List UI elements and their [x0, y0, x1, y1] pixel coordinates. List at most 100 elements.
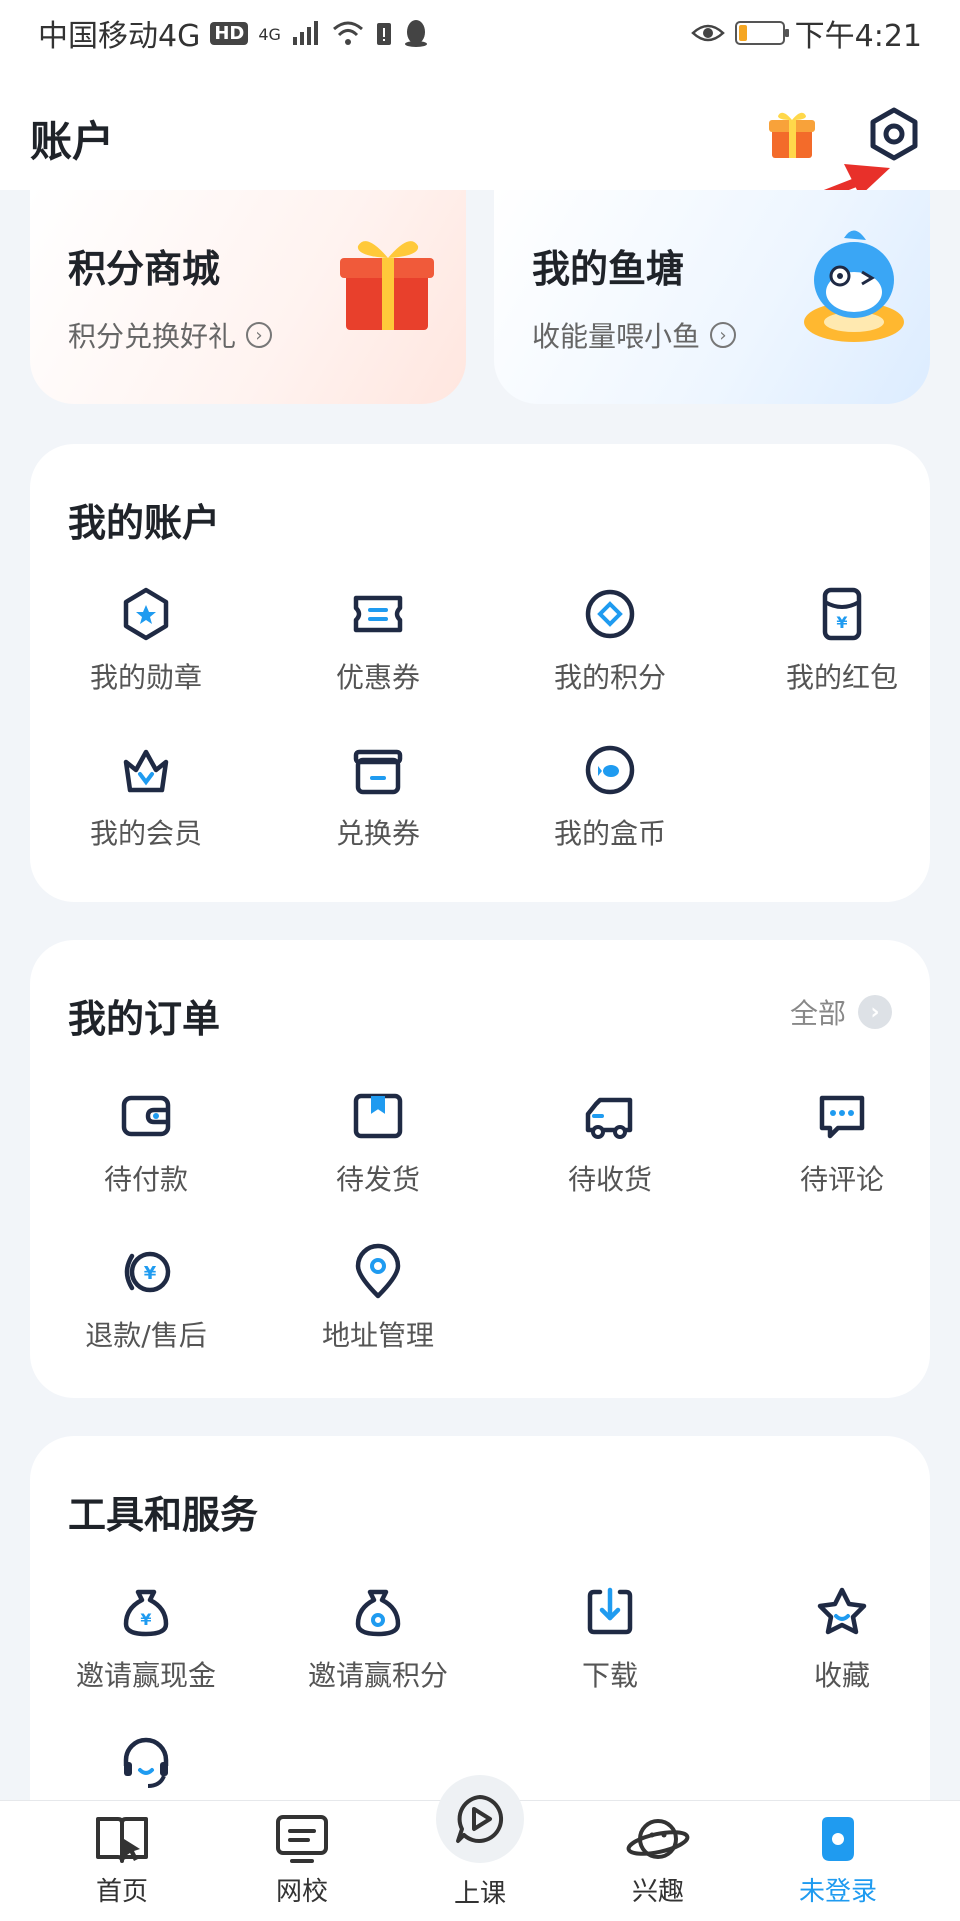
fish-pond-card[interactable]: 我的鱼塘 收能量喂小鱼 ›	[494, 190, 930, 404]
gift-icon[interactable]	[764, 106, 820, 162]
red-packet-item[interactable]: ¥ 我的红包	[726, 584, 958, 696]
item-label: 退款/售后	[85, 1319, 207, 1352]
item-label: 我的红包	[785, 661, 898, 694]
item-label: 下载	[581, 1659, 638, 1692]
network-type: 4G	[258, 25, 281, 44]
invite-points-item[interactable]: 邀请赢积分	[262, 1582, 494, 1694]
refund-icon: ¥	[124, 1251, 171, 1293]
signal-icon	[292, 21, 318, 45]
chevron-right-icon: ›	[858, 995, 892, 1029]
tab-interest[interactable]: 兴趣	[598, 1813, 718, 1908]
item-label: 待付款	[103, 1163, 188, 1196]
pending-shipment-item[interactable]: 待发货	[262, 1086, 494, 1198]
points-icon	[585, 589, 635, 639]
medal-item[interactable]: 我的勋章	[30, 584, 262, 696]
points-mall-card[interactable]: 积分商城 积分兑换好礼 ›	[30, 190, 466, 404]
promo-subtitle: 积分兑换好礼	[68, 320, 237, 353]
monitor-icon	[276, 1815, 328, 1863]
pending-payment-item[interactable]: 待付款	[30, 1086, 262, 1198]
download-icon	[587, 1587, 633, 1635]
bottom-tab-bar: 首页 网校 上课 兴趣 未登录	[0, 1775, 960, 1921]
orders-card: 我的订单 全部 › 待付款 待发货 待收货 待评论 ¥ 退款/售后 地址管理	[30, 940, 930, 1398]
view-all-orders-link[interactable]: 全部 ›	[790, 992, 892, 1032]
status-time: 下午4:21	[794, 19, 922, 54]
battery-icon	[734, 21, 789, 45]
item-label: 待发货	[335, 1163, 420, 1196]
refund-item[interactable]: ¥ 退款/售后	[30, 1242, 262, 1354]
tab-school[interactable]: 网校	[242, 1813, 362, 1908]
invite-cash-item[interactable]: ¥ 邀请赢现金	[30, 1582, 262, 1694]
tab-profile[interactable]: 未登录	[778, 1813, 898, 1908]
package-icon	[353, 1093, 403, 1139]
qq-penguin-icon	[404, 20, 427, 47]
item-label: 收藏	[813, 1659, 870, 1692]
coupon-icon	[353, 595, 403, 633]
tab-label: 兴趣	[631, 1877, 684, 1907]
pending-receipt-item[interactable]: 待收货	[494, 1086, 726, 1198]
class-center-button[interactable]	[436, 1775, 524, 1863]
fish-mascot-icon	[804, 230, 904, 342]
truck-icon	[585, 1097, 633, 1139]
money-bag-icon: ¥	[123, 1589, 169, 1637]
star-icon	[817, 1587, 867, 1635]
customer-service-item[interactable]	[30, 1732, 262, 1804]
address-item[interactable]: 地址管理	[262, 1242, 494, 1354]
tab-label: 未登录	[798, 1877, 877, 1907]
points-bag-icon	[355, 1589, 401, 1637]
crown-icon	[123, 749, 169, 793]
view-all-label: 全部	[789, 997, 846, 1030]
member-item[interactable]: 我的会员	[30, 740, 262, 852]
promo-subtitle: 收能量喂小鱼	[532, 320, 701, 353]
item-label: 我的盒币	[553, 817, 666, 850]
headset-icon	[123, 1737, 169, 1788]
svg-text:¥: ¥	[140, 1610, 151, 1629]
chevron-right-icon: ›	[246, 322, 273, 348]
carrier-label: 中国移动4G	[38, 19, 201, 54]
pending-review-item[interactable]: 待评论	[726, 1086, 958, 1198]
gift-box-icon	[340, 241, 434, 330]
page-title: 账户	[30, 117, 115, 166]
eye-icon	[690, 24, 725, 42]
play-icon	[456, 1795, 504, 1843]
tab-class[interactable]: 上课	[420, 1867, 540, 1910]
item-label: 邀请赢积分	[307, 1659, 448, 1692]
section-title: 我的订单	[68, 997, 221, 1041]
item-label: 我的会员	[89, 817, 202, 850]
medal-icon	[123, 587, 169, 641]
tab-label: 网校	[275, 1877, 328, 1907]
coupon-item[interactable]: 优惠券	[262, 584, 494, 696]
coin-item[interactable]: 我的盒币	[494, 740, 726, 852]
item-label: 待收货	[567, 1163, 652, 1196]
planet-icon	[626, 1819, 690, 1859]
wifi-icon	[332, 21, 363, 45]
item-label: 我的勋章	[89, 661, 202, 694]
battery-alert-icon	[376, 23, 391, 45]
section-title: 我的账户	[68, 501, 221, 545]
tab-label: 上课	[453, 1879, 506, 1909]
item-label: 邀请赢现金	[75, 1659, 216, 1692]
item-label: 我的积分	[553, 661, 666, 694]
user-icon	[822, 1817, 854, 1861]
item-label: 优惠券	[335, 661, 420, 694]
voucher-item[interactable]: 兑换券	[262, 740, 494, 852]
download-item[interactable]: 下载	[494, 1582, 726, 1694]
tab-label: 首页	[95, 1877, 148, 1907]
status-bar: 中国移动4G HD 4G 下午4:21	[0, 0, 960, 66]
wallet-icon	[121, 1095, 171, 1137]
settings-icon[interactable]	[866, 106, 922, 162]
tab-home[interactable]: 首页	[62, 1813, 182, 1908]
account-card: 我的账户 我的勋章 优惠券 我的积分 ¥ 我的红包 我的会员 兑换券 我的盒币	[30, 444, 930, 902]
svg-text:¥: ¥	[144, 1263, 157, 1284]
chevron-right-icon: ›	[710, 322, 737, 348]
comment-icon	[819, 1095, 865, 1139]
item-label: 待评论	[799, 1163, 884, 1196]
hd-badge: HD	[210, 21, 249, 45]
section-title: 工具和服务	[68, 1493, 259, 1537]
favorites-item[interactable]: 收藏	[726, 1582, 958, 1694]
red-packet-icon: ¥	[822, 587, 862, 641]
coin-icon	[585, 745, 635, 795]
item-label: 地址管理	[321, 1319, 434, 1352]
points-item[interactable]: 我的积分	[494, 584, 726, 696]
svg-text:¥: ¥	[836, 613, 847, 632]
location-icon	[355, 1243, 401, 1299]
